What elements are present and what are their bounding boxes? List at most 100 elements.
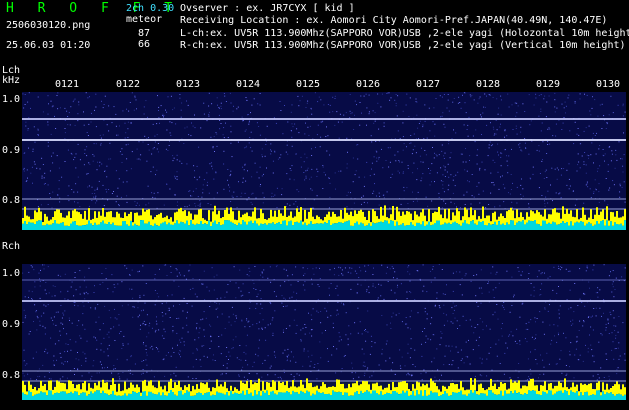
noise-speck (581, 302, 583, 303)
noise-speck (331, 354, 333, 356)
noise-speck (563, 107, 565, 109)
noise-speck (102, 281, 104, 283)
level-bar-cyan (130, 393, 132, 400)
noise-speck (345, 312, 347, 314)
noise-speck (187, 331, 189, 333)
noise-speck (161, 303, 163, 305)
level-bar-yellow (258, 378, 260, 392)
noise-speck (482, 329, 484, 331)
level-bar-cyan (614, 395, 616, 400)
noise-speck (516, 186, 518, 188)
level-bar-yellow (404, 214, 406, 226)
noise-speck (82, 324, 84, 326)
level-bar-cyan (574, 392, 576, 400)
level-bar-cyan (182, 394, 184, 400)
noise-speck (87, 293, 89, 295)
noise-speck (23, 167, 25, 169)
noise-speck (436, 297, 438, 299)
noise-speck (454, 305, 456, 307)
noise-speck (572, 323, 574, 325)
noise-speck (68, 112, 70, 114)
noise-speck (288, 354, 290, 356)
noise-speck (335, 188, 336, 190)
noise-speck (169, 317, 171, 318)
noise-speck (267, 277, 269, 279)
level-bar-yellow (76, 211, 78, 225)
noise-speck (613, 358, 615, 360)
noise-speck (186, 206, 188, 208)
noise-speck (452, 360, 454, 362)
noise-speck (409, 273, 411, 275)
level-bar-yellow (334, 386, 336, 392)
noise-speck (186, 317, 188, 319)
level-bar-yellow (362, 380, 364, 394)
noise-speck (231, 156, 233, 158)
noise-speck (251, 203, 253, 205)
noise-speck (69, 124, 71, 126)
noise-speck (475, 339, 477, 341)
noise-speck (336, 348, 338, 350)
noise-speck (131, 269, 133, 271)
level-bar-yellow (440, 391, 442, 396)
noise-speck (126, 201, 128, 203)
noise-speck (612, 281, 614, 283)
level-bar-yellow (518, 217, 520, 222)
level-bar-yellow (152, 219, 154, 226)
level-bar-yellow (172, 388, 174, 392)
level-bar-cyan (428, 221, 430, 230)
noise-speck (176, 171, 178, 173)
noise-speck (152, 166, 154, 168)
noise-speck (556, 107, 558, 109)
level-bar-yellow (570, 210, 572, 222)
noise-speck (308, 312, 309, 314)
noise-speck (230, 324, 232, 326)
noise-speck (318, 286, 320, 287)
noise-speck (258, 328, 260, 330)
level-bar-yellow (146, 385, 148, 396)
level-bar-yellow (308, 383, 310, 392)
level-bar-cyan (536, 394, 538, 400)
noise-speck (386, 191, 388, 193)
noise-speck (561, 129, 563, 130)
level-bar-yellow (326, 387, 328, 394)
noise-speck (525, 323, 527, 325)
noise-speck (429, 172, 431, 174)
noise-speck (535, 337, 536, 339)
noise-speck (440, 167, 442, 169)
level-bar-yellow (56, 380, 58, 393)
noise-speck (146, 371, 148, 373)
noise-speck (198, 337, 200, 339)
noise-speck (599, 145, 601, 146)
noise-speck (525, 328, 527, 330)
noise-speck (463, 92, 465, 94)
noise-speck (100, 142, 102, 144)
noise-speck (287, 275, 289, 277)
noise-speck (59, 330, 61, 332)
level-bar-cyan (572, 225, 574, 230)
noise-speck (613, 184, 615, 186)
noise-speck (279, 157, 281, 159)
noise-speck (157, 143, 159, 144)
level-bar-yellow (552, 209, 554, 222)
level-bar-cyan (276, 394, 278, 400)
level-bar-cyan (570, 390, 572, 400)
noise-speck (59, 378, 61, 380)
noise-speck (381, 264, 383, 266)
noise-speck (132, 316, 134, 318)
noise-speck (71, 281, 73, 283)
level-bar-yellow (230, 385, 232, 391)
noise-speck (407, 372, 409, 374)
noise-speck (329, 111, 331, 113)
noise-speck (235, 282, 237, 284)
noise-speck (206, 184, 208, 186)
level-bar-yellow (590, 209, 592, 224)
level-bar-yellow (460, 220, 462, 226)
level-bar-yellow (152, 385, 154, 394)
noise-speck (201, 283, 203, 285)
noise-speck (142, 322, 144, 324)
noise-speck (464, 102, 466, 104)
level-bar-cyan (620, 223, 622, 230)
noise-speck (233, 105, 234, 107)
noise-speck (289, 168, 291, 169)
level-bar-yellow (204, 219, 206, 224)
